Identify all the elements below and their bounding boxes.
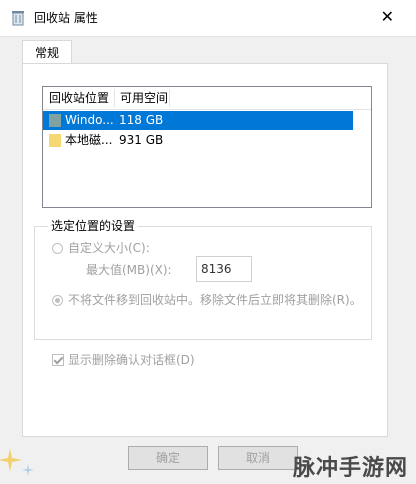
title-bar: 回收站 属性 ✕ bbox=[0, 0, 416, 36]
tab-general[interactable]: 常规 bbox=[22, 40, 72, 65]
location-name: Windo... bbox=[65, 113, 114, 127]
column-divider[interactable] bbox=[169, 89, 170, 107]
max-size-label: 最大值(MB)(X): bbox=[86, 263, 172, 277]
no-move-radio[interactable] bbox=[52, 295, 63, 306]
close-icon[interactable]: ✕ bbox=[381, 8, 394, 26]
max-size-input[interactable]: 8136 bbox=[196, 256, 252, 282]
settings-group-title: 选定位置的设置 bbox=[48, 218, 139, 234]
confirm-delete-checkbox[interactable] bbox=[52, 354, 64, 366]
column-divider[interactable] bbox=[114, 89, 115, 107]
location-list[interactable]: 回收站位置 可用空间 Windo... 118 GB 本地磁... 931 GB bbox=[42, 86, 372, 208]
list-header: 回收站位置 可用空间 bbox=[43, 87, 371, 110]
list-item[interactable]: 本地磁... 931 GB bbox=[43, 131, 353, 150]
location-name: 本地磁... bbox=[65, 133, 113, 147]
no-move-label[interactable]: 不将文件移到回收站中。移除文件后立即将其删除(R)。 bbox=[68, 292, 362, 308]
sparkle-decoration-icon bbox=[0, 448, 34, 476]
confirm-delete-label[interactable]: 显示删除确认对话框(D) bbox=[68, 352, 195, 368]
list-item[interactable]: Windo... 118 GB bbox=[43, 111, 353, 130]
custom-size-label[interactable]: 自定义大小(C): bbox=[68, 240, 150, 256]
free-space: 118 GB bbox=[119, 113, 164, 127]
window-title: 回收站 属性 bbox=[34, 11, 98, 25]
column-header-location[interactable]: 回收站位置 bbox=[45, 90, 113, 106]
drive-icon bbox=[49, 134, 61, 147]
custom-size-radio[interactable] bbox=[52, 243, 63, 254]
drive-icon bbox=[49, 114, 61, 127]
cancel-button[interactable]: 取消 bbox=[218, 446, 298, 470]
check-icon bbox=[53, 354, 64, 365]
ok-button[interactable]: 确定 bbox=[128, 446, 208, 470]
watermark: 脉冲手游网 bbox=[292, 456, 408, 481]
free-space: 931 GB bbox=[119, 133, 164, 147]
recycle-bin-icon bbox=[12, 11, 24, 26]
column-header-space[interactable]: 可用空间 bbox=[116, 90, 172, 106]
